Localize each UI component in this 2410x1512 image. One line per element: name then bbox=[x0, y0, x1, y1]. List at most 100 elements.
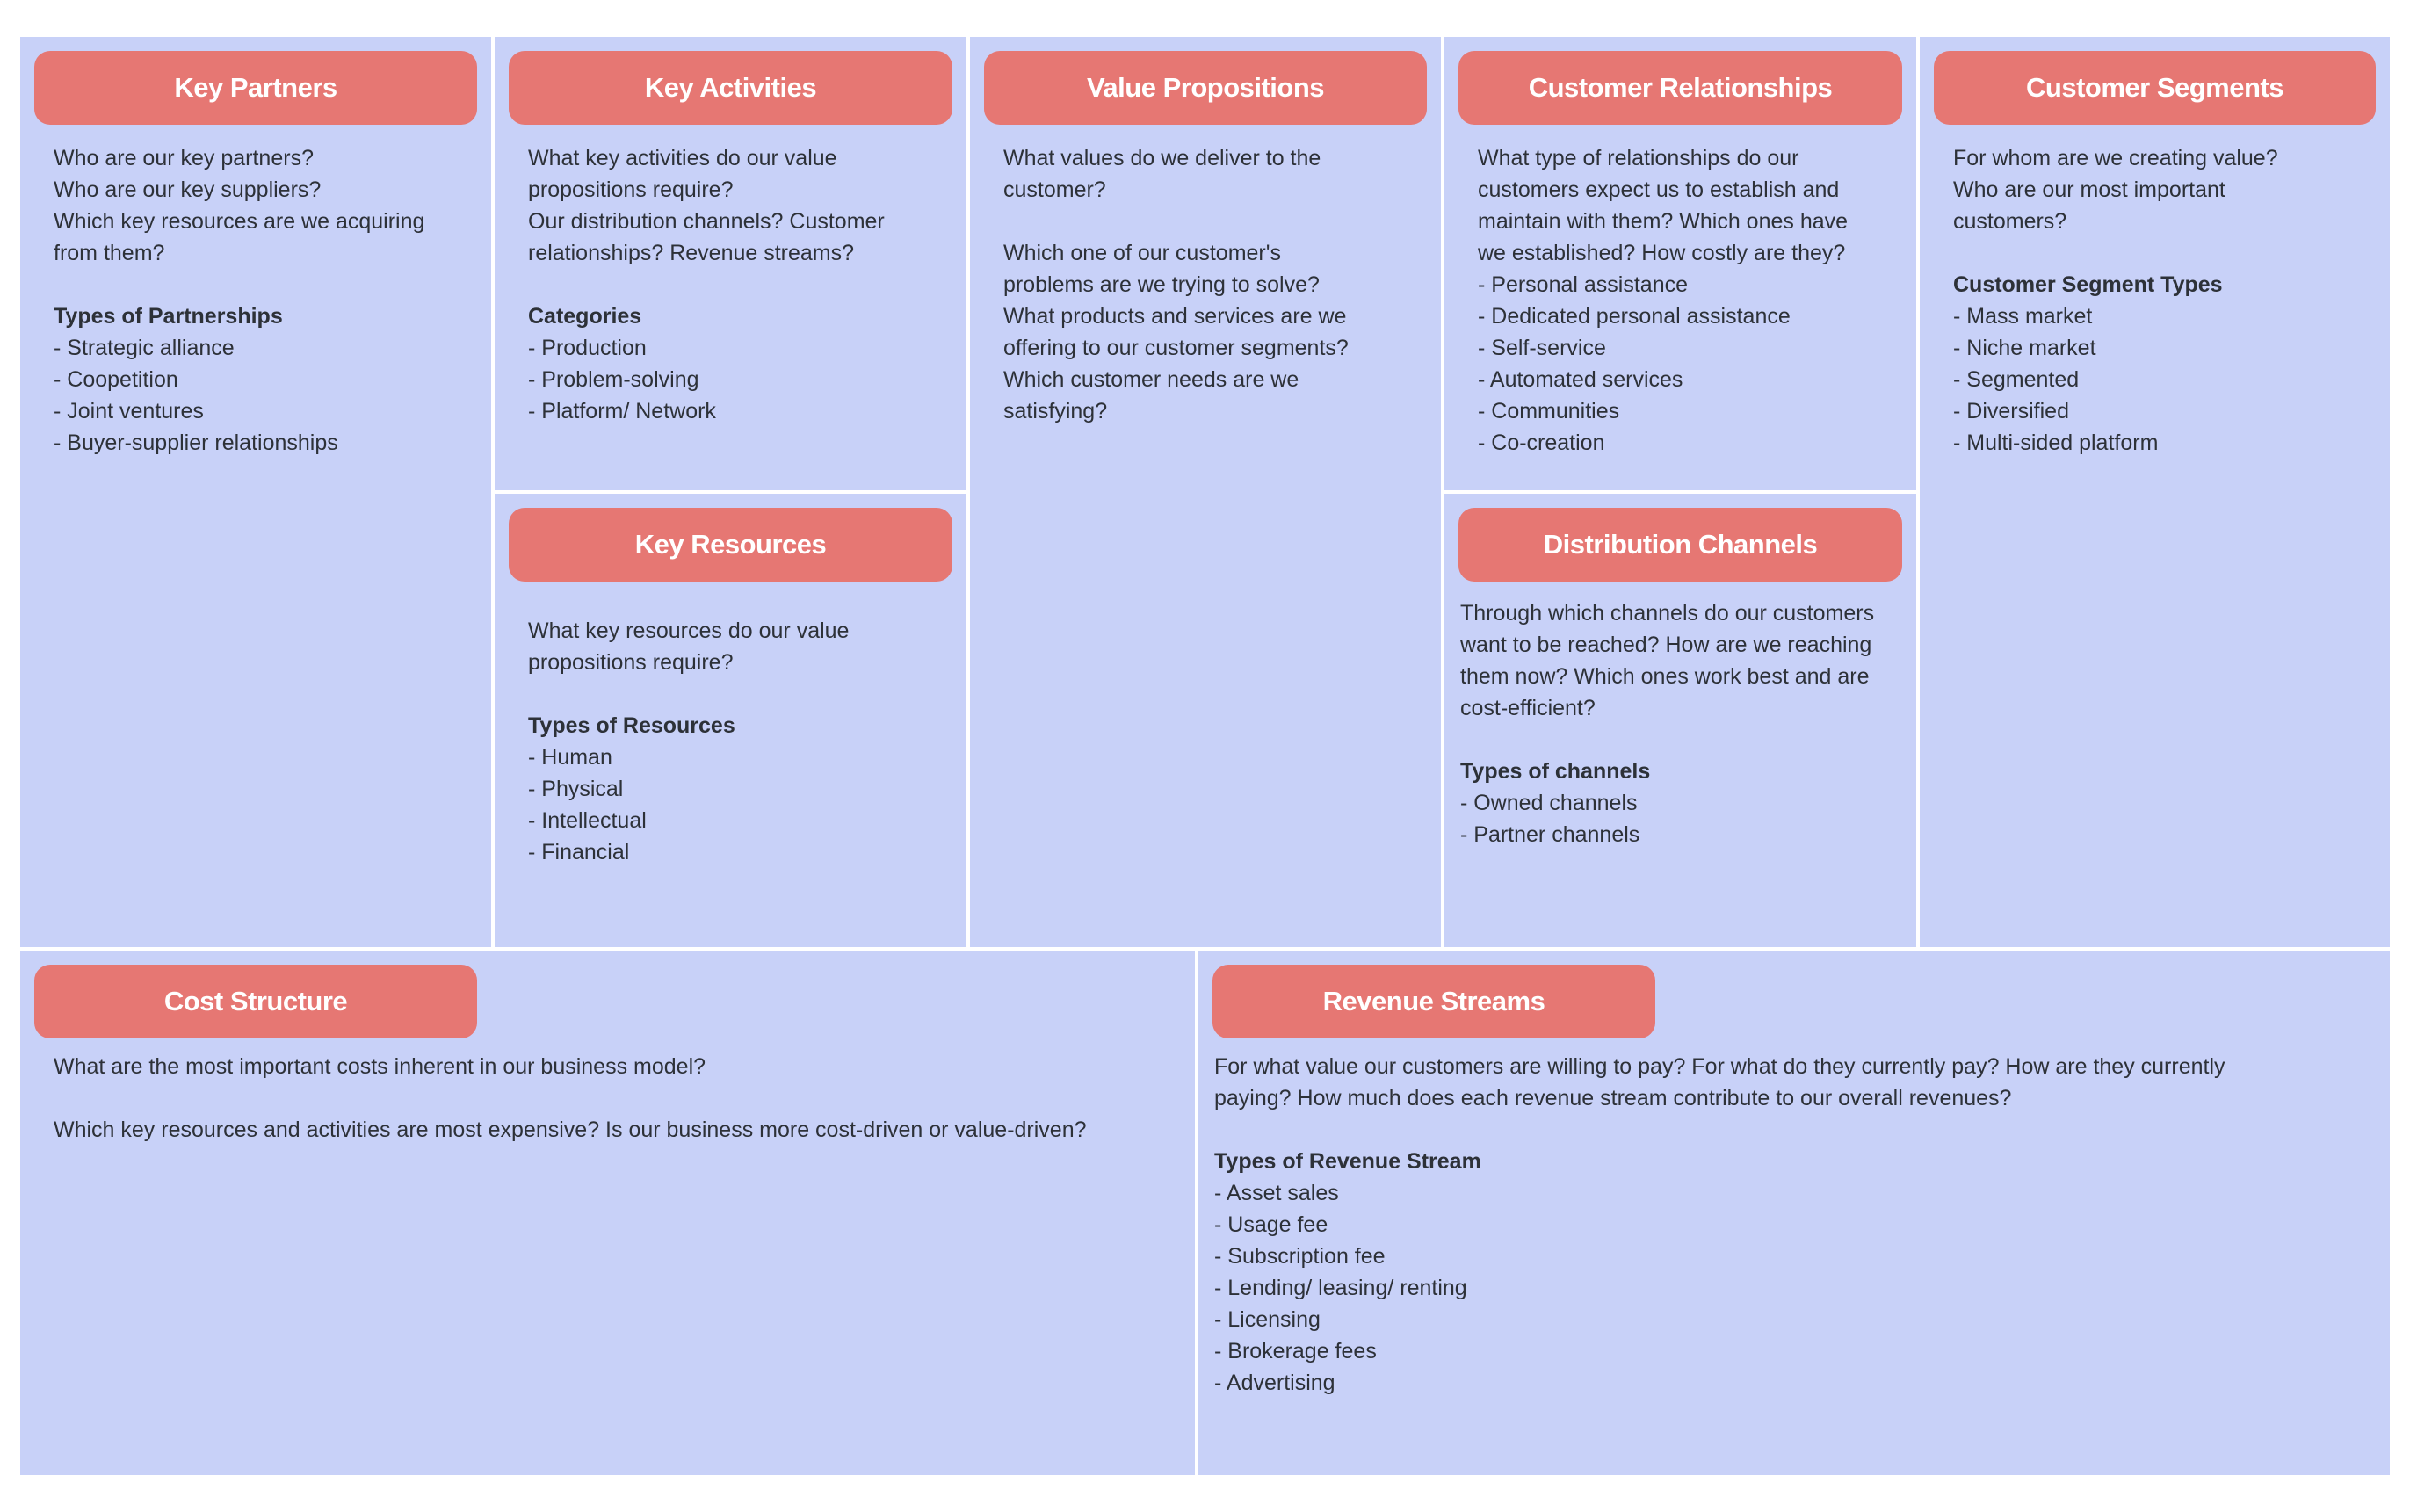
section-heading: Categories bbox=[528, 304, 642, 329]
section-heading: Types of Revenue Stream bbox=[1214, 1149, 1481, 1174]
list-item: - Segmented bbox=[1953, 367, 2080, 392]
customer-segments-header: Customer Segments bbox=[1934, 51, 2376, 125]
key-activities-header: Key Activities bbox=[509, 51, 952, 125]
question-text: Which key resources are we acquiring bbox=[54, 209, 425, 234]
customer-relationships-header: Customer Relationships bbox=[1458, 51, 1902, 125]
question-text: customers? bbox=[1953, 209, 2067, 234]
value-propositions-header: Value Propositions bbox=[984, 51, 1427, 125]
list-item: - Communities bbox=[1478, 399, 1620, 423]
cost-structure-block: Cost Structure What are the most importa… bbox=[20, 951, 1195, 1475]
customer-segments-body: For whom are we creating value? Who are o… bbox=[1953, 142, 2278, 459]
key-activities-block: Key Activities What key activities do ou… bbox=[495, 37, 966, 490]
question-text: customer? bbox=[1003, 177, 1106, 202]
question-text: from them? bbox=[54, 241, 165, 265]
question-text: offering to our customer segments? bbox=[1003, 336, 1349, 360]
list-item: - Usage fee bbox=[1214, 1212, 1328, 1237]
list-item: - Asset sales bbox=[1214, 1181, 1339, 1205]
customer-relationships-body: What type of relationships do our custome… bbox=[1478, 142, 1848, 459]
question-text: What type of relationships do our bbox=[1478, 146, 1799, 170]
question-text: What key activities do our value bbox=[528, 146, 837, 170]
list-item: - Dedicated personal assistance bbox=[1478, 304, 1791, 329]
question-text: Which customer needs are we bbox=[1003, 367, 1299, 392]
question-text: satisfying? bbox=[1003, 399, 1108, 423]
question-text: problems are we trying to solve? bbox=[1003, 272, 1320, 297]
list-item: - Problem-solving bbox=[528, 367, 699, 392]
question-text: For whom are we creating value? bbox=[1953, 146, 2278, 170]
section-heading: Types of channels bbox=[1460, 759, 1651, 784]
question-text: For what value our customers are willing… bbox=[1214, 1054, 2225, 1079]
customer-segments-block: Customer Segments For whom are we creati… bbox=[1920, 37, 2390, 947]
list-item: - Intellectual bbox=[528, 808, 647, 833]
list-item: - Brokerage fees bbox=[1214, 1339, 1377, 1364]
list-item: - Diversified bbox=[1953, 399, 2069, 423]
list-item: - Licensing bbox=[1214, 1307, 1321, 1332]
question-text: Our distribution channels? Customer bbox=[528, 209, 885, 234]
distribution-channels-header: Distribution Channels bbox=[1458, 508, 1902, 582]
cost-structure-body: What are the most important costs inhere… bbox=[54, 1051, 1087, 1146]
question-text: Through which channels do our customers bbox=[1460, 601, 1875, 626]
customer-relationships-block: Customer Relationships What type of rela… bbox=[1444, 37, 1916, 490]
question-text: maintain with them? Which ones have bbox=[1478, 209, 1849, 234]
list-item: - Owned channels bbox=[1460, 791, 1638, 815]
list-item: - Subscription fee bbox=[1214, 1244, 1386, 1269]
value-propositions-block: Value Propositions What values do we del… bbox=[970, 37, 1441, 947]
revenue-streams-body: For what value our customers are willing… bbox=[1214, 1051, 2225, 1399]
list-item: - Financial bbox=[528, 840, 630, 865]
distribution-channels-block: Distribution Channels Through which chan… bbox=[1444, 494, 1916, 947]
question-text: them now? Which ones work best and are bbox=[1460, 664, 1870, 689]
list-item: - Buyer-supplier relationships bbox=[54, 430, 338, 455]
section-heading: Types of Partnerships bbox=[54, 304, 283, 329]
list-item: - Lending/ leasing/ renting bbox=[1214, 1276, 1467, 1300]
key-resources-header: Key Resources bbox=[509, 508, 952, 582]
key-activities-body: What key activities do our value proposit… bbox=[528, 142, 885, 427]
list-item: - Platform/ Network bbox=[528, 399, 716, 423]
business-model-canvas: Key Partners Who are our key partners? Wh… bbox=[20, 37, 2390, 1475]
cost-structure-header: Cost Structure bbox=[34, 965, 477, 1038]
list-item: - Mass market bbox=[1953, 304, 2093, 329]
question-text: paying? How much does each revenue strea… bbox=[1214, 1086, 2012, 1110]
question-text: What products and services are we bbox=[1003, 304, 1347, 329]
list-item: - Automated services bbox=[1478, 367, 1683, 392]
question-text: Which key resources and activities are m… bbox=[54, 1118, 1087, 1142]
list-item: - Strategic alliance bbox=[54, 336, 235, 360]
revenue-streams-block: Revenue Streams For what value our custo… bbox=[1198, 951, 2390, 1475]
question-text: Who are our key partners? bbox=[54, 146, 314, 170]
key-partners-body: Who are our key partners? Who are our key… bbox=[54, 142, 424, 459]
section-heading: Types of Resources bbox=[528, 713, 735, 738]
section-heading: Customer Segment Types bbox=[1953, 272, 2223, 297]
list-item: - Niche market bbox=[1953, 336, 2096, 360]
list-item: - Production bbox=[528, 336, 647, 360]
list-item: - Coopetition bbox=[54, 367, 178, 392]
question-text: customers expect us to establish and bbox=[1478, 177, 1840, 202]
key-resources-body: What key resources do our value propositi… bbox=[528, 615, 849, 868]
question-text: relationships? Revenue streams? bbox=[528, 241, 855, 265]
question-text: What values do we deliver to the bbox=[1003, 146, 1321, 170]
list-item: - Advertising bbox=[1214, 1371, 1335, 1395]
list-item: - Personal assistance bbox=[1478, 272, 1689, 297]
question-text: Who are our most important bbox=[1953, 177, 2225, 202]
question-text: propositions require? bbox=[528, 177, 734, 202]
question-text: Who are our key suppliers? bbox=[54, 177, 322, 202]
question-text: What are the most important costs inhere… bbox=[54, 1054, 706, 1079]
list-item: - Human bbox=[528, 745, 612, 770]
question-text: we established? How costly are they? bbox=[1478, 241, 1846, 265]
question-text: cost-efficient? bbox=[1460, 696, 1596, 720]
revenue-streams-header: Revenue Streams bbox=[1212, 965, 1655, 1038]
question-text: propositions require? bbox=[528, 650, 734, 675]
list-item: - Multi-sided platform bbox=[1953, 430, 2159, 455]
list-item: - Physical bbox=[528, 777, 624, 801]
list-item: - Partner channels bbox=[1460, 822, 1640, 847]
key-resources-block: Key Resources What key resources do our … bbox=[495, 494, 966, 947]
key-partners-header: Key Partners bbox=[34, 51, 477, 125]
question-text: want to be reached? How are we reaching bbox=[1460, 633, 1872, 657]
list-item: - Self-service bbox=[1478, 336, 1606, 360]
question-text: What key resources do our value bbox=[528, 619, 850, 643]
